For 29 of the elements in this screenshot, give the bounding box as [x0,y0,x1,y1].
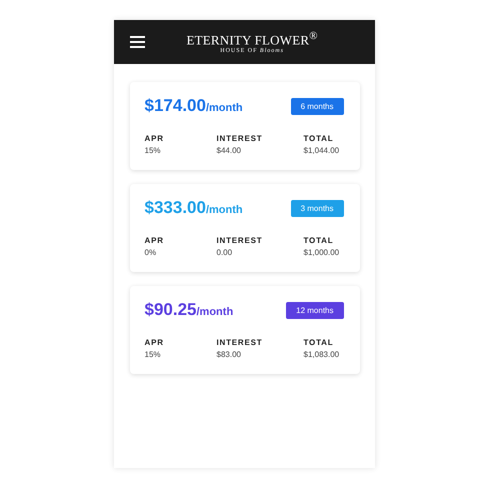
term-badge: 12 months [286,302,344,318]
detail-label: INTEREST [216,236,264,245]
detail-value: $44.00 [216,146,242,155]
detail-label: APR [144,134,165,143]
detail-label: TOTAL [304,236,334,245]
term-badge: 6 months [290,98,344,114]
detail-label: TOTAL [304,134,334,143]
detail-value: 0% [144,248,158,257]
detail-label: TOTAL [304,338,334,347]
detail-label: INTEREST [216,134,264,143]
monthly-price: $90.25/month [144,300,234,320]
plan-card[interactable]: $90.25/month 12 months APR 15% INTEREST $83.00 TOTAL $1,083.00 [130,286,360,374]
term-badge: 3 months [290,200,344,216]
detail-value: $83.00 [216,350,242,359]
plan-card[interactable]: $174.00/month 6 months APR 15% INTEREST $44.00 TOTAL $1,044.00 [130,82,360,170]
detail-label: INTEREST [216,338,264,347]
detail-value: $1,000.00 [304,248,340,257]
monthly-price: $333.00/month [144,198,243,218]
logo-title: ETERNITY FLOWER$^{®}$ [186,28,318,48]
detail-label: APR [144,338,165,347]
menu-icon[interactable] [130,36,144,48]
detail-label: APR [144,236,165,245]
detail-value: $1,083.00 [304,350,340,359]
plan-card[interactable]: $333.00/month 3 months APR 0% INTEREST 0.00 TOTAL $1,000.00 [130,184,360,272]
detail-value: $1,044.00 [304,146,340,155]
detail-value: 15% [144,146,162,155]
monthly-price: $174.00/month [144,96,243,116]
detail-value: 15% [144,350,162,359]
detail-value: 0.00 [216,248,234,257]
